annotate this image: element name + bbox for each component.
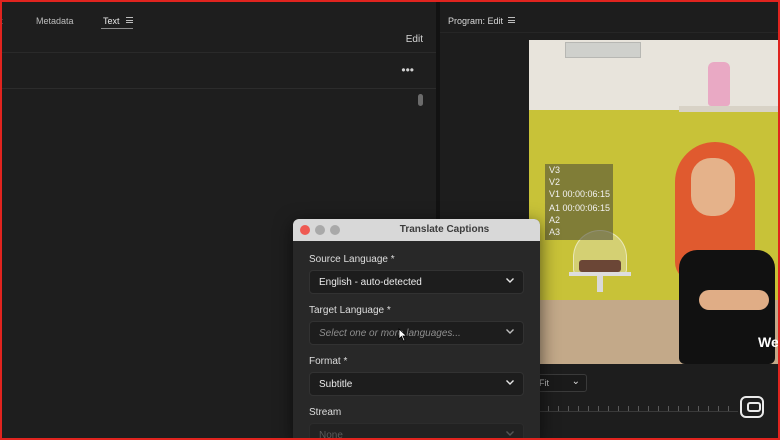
target-language-label: Target Language * — [309, 305, 391, 316]
divider — [0, 52, 436, 53]
video-person — [669, 140, 780, 364]
panel-menu-icon[interactable] — [126, 17, 133, 23]
more-options-icon[interactable]: ••• — [401, 63, 414, 77]
stream-label: Stream — [309, 407, 342, 418]
video-frame[interactable]: V3 V2 V1 00:00:06:15 A1 00:00:06:15 A2 A… — [529, 40, 780, 364]
playback-ruler[interactable] — [538, 402, 738, 412]
video-vent — [565, 42, 641, 58]
target-language-placeholder: Select one or more languages... — [319, 328, 461, 339]
tab-partial[interactable]: t — [0, 16, 3, 26]
divider — [440, 32, 780, 33]
chevron-down-icon — [505, 326, 515, 336]
source-language-label: Source Language * — [309, 254, 395, 265]
source-language-value: English - auto-detected — [319, 277, 422, 288]
target-language-select[interactable]: Select one or more languages... — [309, 321, 524, 345]
panel-menu-icon[interactable] — [508, 17, 515, 23]
video-shelf — [679, 106, 780, 112]
tab-text[interactable]: Text — [103, 16, 120, 26]
divider — [0, 88, 436, 89]
app-logo-icon — [740, 396, 764, 418]
chevron-down-icon: ⌄ — [571, 376, 580, 387]
program-monitor-title[interactable]: Program: Edit — [448, 16, 503, 26]
dialog-title: Translate Captions — [399, 224, 490, 235]
active-tab-underline — [101, 28, 133, 29]
dialog-titlebar[interactable]: Translate Captions — [293, 219, 540, 241]
source-language-select[interactable]: English - auto-detected — [309, 270, 524, 294]
zoom-fit-label: Fit — [539, 378, 549, 388]
chevron-down-icon — [505, 275, 515, 285]
scrollbar-thumb[interactable] — [418, 94, 423, 106]
format-value: Subtitle — [319, 379, 353, 390]
timecode-line: V1 00:00:06:15 — [549, 189, 611, 199]
tab-metadata[interactable]: Metadata — [36, 16, 74, 26]
stream-value: None — [319, 430, 343, 440]
edit-label[interactable]: Edit — [406, 34, 423, 45]
stream-select[interactable]: None — [309, 423, 524, 440]
format-select[interactable]: Subtitle — [309, 372, 524, 396]
mouse-cursor-icon — [398, 328, 408, 342]
video-caption-text: We — [758, 334, 779, 350]
chevron-down-icon — [505, 377, 515, 387]
panel-tab-bar: t Metadata Text — [0, 8, 436, 34]
timecode-line: V2 — [549, 177, 561, 187]
timecode-line: A2 — [549, 215, 561, 225]
zoom-fit-select[interactable]: Fit ⌄ — [533, 374, 587, 392]
format-label: Format * — [309, 356, 348, 367]
chevron-down-icon — [505, 428, 515, 438]
timecode-line: V3 — [549, 165, 561, 175]
timecode-line: A1 00:00:06:15 — [549, 203, 611, 213]
translate-captions-dialog: Translate Captions Source Language * Eng… — [293, 219, 540, 440]
video-figurine — [708, 62, 730, 106]
timecode-line: A3 — [549, 227, 561, 237]
